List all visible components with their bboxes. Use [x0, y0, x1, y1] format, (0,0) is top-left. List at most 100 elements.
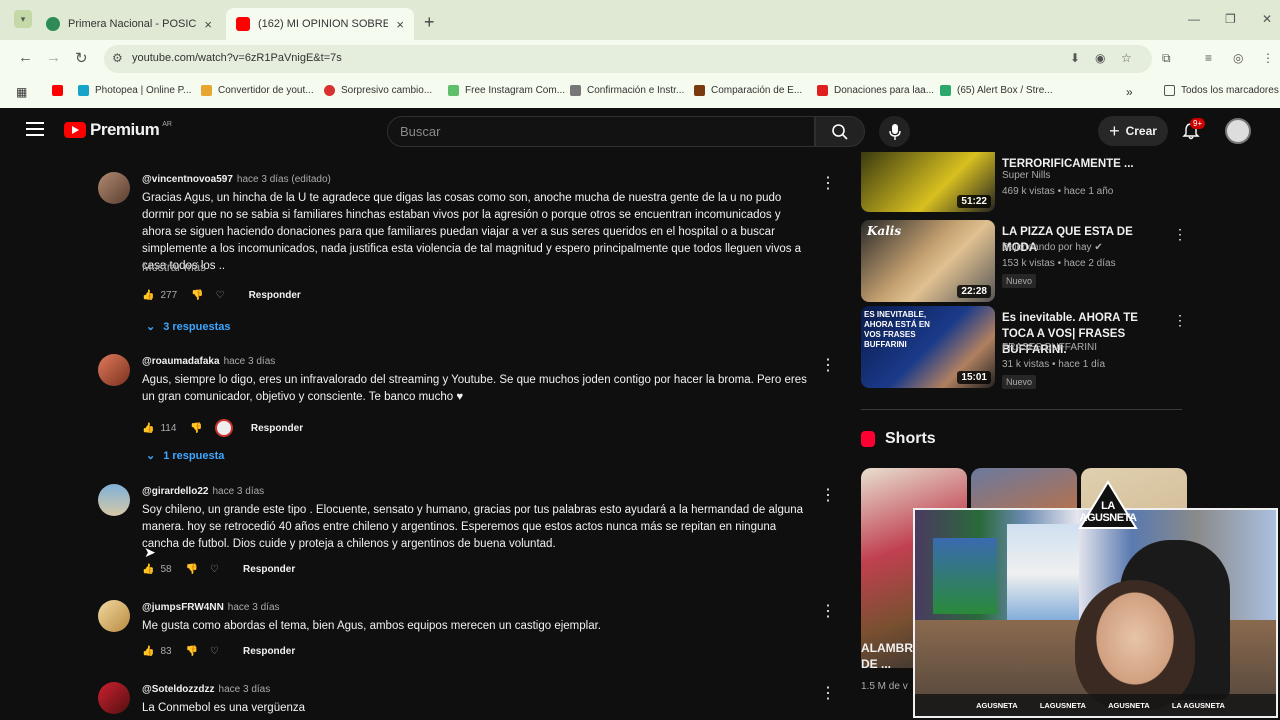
close-tab-icon[interactable]: ×: [204, 17, 212, 32]
reply-button[interactable]: Responder: [251, 423, 303, 434]
more-bookmarks-icon[interactable]: »: [1126, 85, 1133, 99]
comment-menu-icon[interactable]: ⋮: [820, 604, 836, 620]
bookmark-photopea[interactable]: Photopea | Online P...: [78, 85, 191, 96]
comment-author[interactable]: @Soteldozzdzz: [142, 684, 215, 695]
comment-menu-icon[interactable]: ⋮: [820, 176, 836, 192]
address-bar[interactable]: ⚙ youtube.com/watch?v=6zR1PaVnigE&t=7s: [104, 45, 1152, 73]
kick-handle: AGUSNETA: [1108, 700, 1150, 710]
eye-off-icon[interactable]: ◉: [1095, 51, 1105, 65]
voice-search-button[interactable]: [879, 116, 910, 147]
video-menu-icon[interactable]: ⋮: [1173, 312, 1187, 329]
bookmark-alertbox[interactable]: (65) Alert Box / Stre...: [940, 85, 1053, 96]
bookmark-sorpresivo[interactable]: Sorpresivo cambio...: [324, 85, 432, 96]
heart-icon[interactable]: ♡: [210, 646, 219, 657]
bookmark-comparacion[interactable]: Comparación de E...: [694, 85, 802, 96]
tab-primera-nacional[interactable]: Primera Nacional - POSICIONE ×: [36, 8, 222, 40]
show-more-link[interactable]: Mostrar más: [142, 262, 206, 274]
bookmark-youtube[interactable]: [52, 85, 69, 96]
extensions-icon[interactable]: ⧉: [1162, 51, 1171, 66]
apps-icon[interactable]: ▦: [16, 85, 27, 99]
new-tab-button[interactable]: +: [424, 12, 435, 33]
like-icon[interactable]: 👍: [142, 423, 154, 434]
tab-search-icon[interactable]: ▾: [14, 10, 32, 28]
close-tab-icon[interactable]: ×: [396, 17, 404, 32]
like-icon[interactable]: 👍: [142, 564, 154, 575]
comment-date[interactable]: hace 3 días: [212, 486, 264, 497]
dislike-icon[interactable]: 👎: [186, 564, 198, 575]
avatar[interactable]: [98, 600, 130, 632]
back-icon[interactable]: ←: [18, 49, 33, 66]
minimize-icon[interactable]: —: [1188, 12, 1200, 26]
tab-youtube-video[interactable]: (162) MI OPINION SOBRE LO O ×: [226, 8, 414, 40]
search-input[interactable]: [388, 117, 814, 146]
star-icon[interactable]: ☆: [1121, 51, 1132, 65]
bookmark-instagram[interactable]: Free Instagram Com...: [448, 85, 565, 96]
view-replies-button[interactable]: ⌄ 1 respuesta: [146, 449, 224, 463]
comment-text: Gracias Agus, un hincha de la U te agrad…: [142, 192, 802, 272]
forward-icon[interactable]: →: [46, 49, 61, 66]
comment-date[interactable]: hace 3 días: [228, 602, 280, 613]
view-replies-button[interactable]: ⌄ 3 respuestas: [146, 320, 230, 334]
dislike-icon[interactable]: 👎: [190, 423, 202, 434]
heart-icon[interactable]: ♡: [210, 564, 219, 575]
short-title[interactable]: ALAMBR DE ...: [861, 640, 921, 672]
reply-button[interactable]: Responder: [243, 646, 295, 657]
bookmark-confirmacion[interactable]: Confirmación e Instr...: [570, 85, 684, 96]
avatar[interactable]: [98, 354, 130, 386]
related-video[interactable]: 51:22 TERRORIFICAMENTE ... Super Nills 4…: [861, 152, 1182, 214]
chevron-down-icon: ⌄: [146, 450, 156, 462]
close-window-icon[interactable]: ✕: [1262, 12, 1272, 26]
short-stats: 1.5 M de v: [861, 681, 908, 692]
avatar[interactable]: [98, 682, 130, 714]
comment-date[interactable]: hace 3 días (editado): [237, 174, 331, 185]
create-button[interactable]: + Crear: [1098, 116, 1168, 146]
comment-date[interactable]: hace 3 días: [219, 684, 271, 695]
comment-author[interactable]: @jumpsFRW4NN: [142, 602, 224, 613]
comment-date[interactable]: hace 3 días: [224, 356, 276, 367]
bookmark-convertidor[interactable]: Convertidor de yout...: [201, 85, 314, 96]
like-icon[interactable]: 👍: [142, 646, 154, 657]
youtube-premium-logo[interactable]: Premium AR: [64, 120, 172, 140]
comment-header: @roaumadafaka hace 3 días: [142, 356, 275, 367]
comment-actions: 👍 114 👎 Responder: [142, 419, 303, 437]
channel-name[interactable]: Bajoneando por hay ✔: [1002, 242, 1103, 253]
related-video[interactable]: ES INEVITABLE, AHORA ESTÁ EN VOS FRASES …: [861, 306, 1187, 389]
site-info-icon[interactable]: ⚙: [112, 51, 123, 65]
comment-author[interactable]: @roaumadafaka: [142, 356, 220, 367]
dislike-icon[interactable]: 👎: [191, 290, 203, 301]
video-menu-icon[interactable]: ⋮: [1173, 226, 1187, 243]
related-video[interactable]: Kalis 22:28 LA PIZZA QUE ESTA DE MODA Ba…: [861, 220, 1187, 302]
comment-author[interactable]: @girardello22: [142, 486, 208, 497]
reply-button[interactable]: Responder: [243, 564, 295, 575]
avatar[interactable]: [98, 172, 130, 204]
heart-icon[interactable]: ♡: [216, 290, 225, 301]
video-thumbnail[interactable]: Kalis 22:28: [861, 220, 995, 302]
notifications-button[interactable]: 9+: [1182, 118, 1206, 145]
search-button[interactable]: [815, 116, 865, 147]
media-icon[interactable]: ≡: [1205, 51, 1212, 65]
profile-icon[interactable]: ◎: [1233, 51, 1243, 65]
account-avatar[interactable]: [1225, 118, 1251, 144]
channel-name[interactable]: Super Nills: [1002, 170, 1050, 181]
comment-menu-icon[interactable]: ⋮: [820, 686, 836, 702]
comment-author[interactable]: @vincentnovoa597: [142, 174, 233, 185]
video-stats: 31 k vistas • hace 1 día: [1002, 359, 1106, 370]
bookmark-donaciones[interactable]: Donaciones para laa...: [817, 85, 934, 96]
menu-icon[interactable]: ⋮: [1262, 51, 1274, 65]
like-icon[interactable]: 👍: [142, 290, 154, 301]
avatar[interactable]: [98, 484, 130, 516]
reload-icon[interactable]: ↻: [75, 49, 88, 67]
install-icon[interactable]: ⬇: [1070, 51, 1080, 65]
restore-icon[interactable]: ❐: [1225, 12, 1236, 26]
video-thumbnail[interactable]: ES INEVITABLE, AHORA ESTÁ EN VOS FRASES …: [861, 306, 995, 388]
comment-menu-icon[interactable]: ⋮: [820, 358, 836, 374]
comment-text: Agus, siempre lo digo, eres un infravalo…: [142, 374, 807, 403]
video-thumbnail[interactable]: 51:22: [861, 152, 995, 212]
comment-menu-icon[interactable]: ⋮: [820, 488, 836, 504]
video-stats: 469 k vistas • hace 1 año: [1002, 186, 1114, 197]
channel-name[interactable]: FRASES BUFFARINI: [1002, 342, 1097, 353]
dislike-icon[interactable]: 👎: [186, 646, 198, 657]
reply-button[interactable]: Responder: [249, 290, 301, 301]
all-bookmarks[interactable]: Todos los marcadores: [1164, 85, 1279, 96]
hamburger-menu-icon[interactable]: [26, 122, 44, 136]
